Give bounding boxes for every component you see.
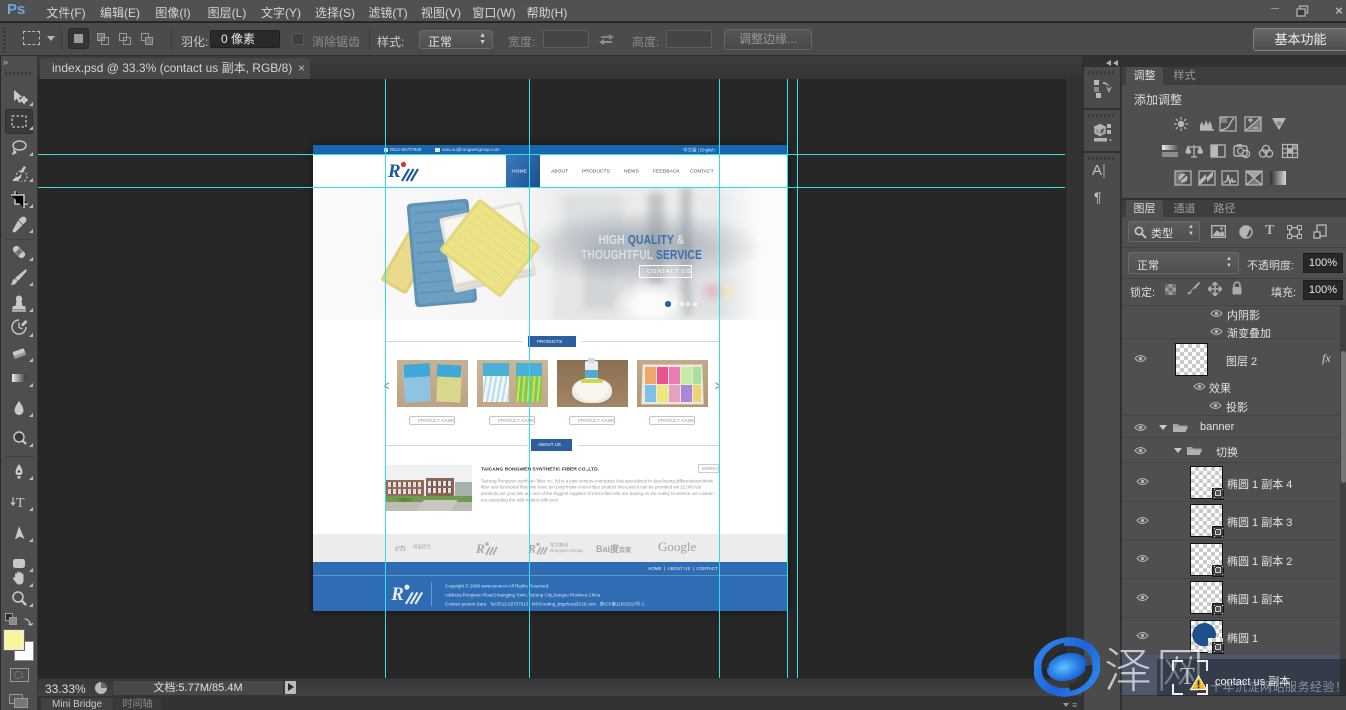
svg-text:R: R [476,541,485,556]
svg-text:T: T [16,496,25,511]
svg-text:R: R [391,584,404,605]
svg-text:R: R [388,161,401,182]
